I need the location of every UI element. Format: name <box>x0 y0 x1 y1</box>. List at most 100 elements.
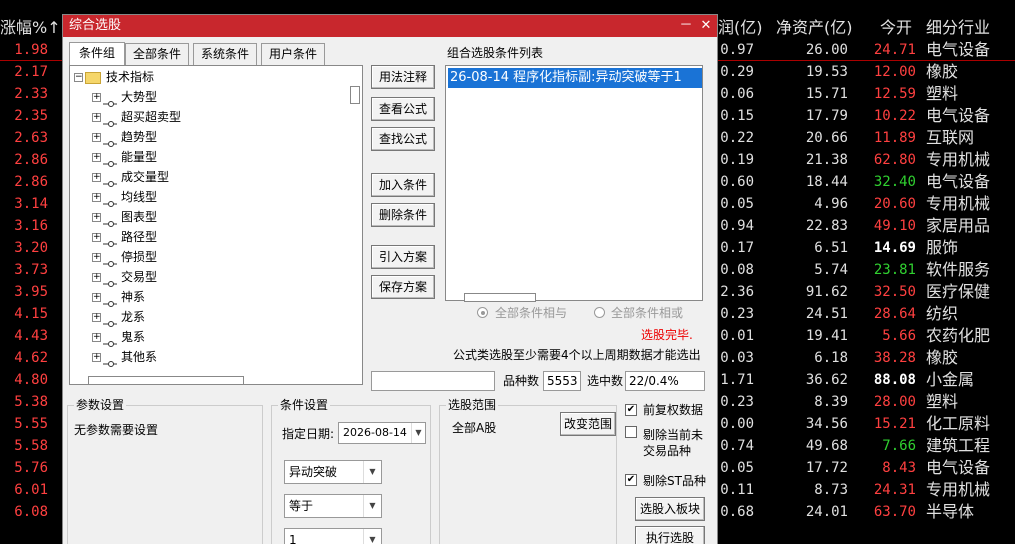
expand-icon[interactable]: + <box>92 313 101 322</box>
open-cell[interactable]: 7.66 <box>864 435 916 457</box>
change-range-button[interactable]: 改变范围 <box>560 412 616 436</box>
open-cell[interactable]: 14.69 <box>864 237 916 259</box>
industry-cell[interactable]: 农药化肥 <box>926 325 1014 347</box>
tree-item[interactable]: + 鬼系 <box>92 327 145 347</box>
minimize-button[interactable]: － <box>677 15 695 37</box>
save-scheme-button[interactable]: 保存方案 <box>371 275 435 299</box>
operator-combo[interactable]: 等于 ▼ <box>284 494 382 518</box>
usage-note-button[interactable]: 用法注释 <box>371 65 435 89</box>
dialog-titlebar[interactable]: 综合选股 － ✕ <box>63 15 717 37</box>
open-cell[interactable]: 11.89 <box>864 127 916 149</box>
change-pct-cell[interactable]: 2.86 <box>4 149 48 171</box>
open-cell[interactable]: 23.81 <box>864 259 916 281</box>
change-pct-cell[interactable]: 3.95 <box>4 281 48 303</box>
industry-cell[interactable]: 专用机械 <box>926 479 1014 501</box>
industry-cell[interactable]: 电气设备 <box>926 171 1014 193</box>
change-pct-cell[interactable]: 5.76 <box>4 457 48 479</box>
change-pct-cell[interactable]: 3.73 <box>4 259 48 281</box>
industry-cell[interactable]: 软件服务 <box>926 259 1014 281</box>
net-assets-cell[interactable]: 20.66 <box>776 127 848 149</box>
condition-list-scrollbar[interactable] <box>464 293 536 302</box>
industry-cell[interactable]: 电气设备 <box>926 105 1014 127</box>
change-pct-cell[interactable]: 2.33 <box>4 83 48 105</box>
tree-item[interactable]: + 路径型 <box>92 227 157 247</box>
net-assets-cell[interactable]: 15.71 <box>776 83 848 105</box>
open-cell[interactable]: 28.64 <box>864 303 916 325</box>
tree-horizontal-scrollbar[interactable] <box>88 376 244 384</box>
chevron-down-icon[interactable]: ▼ <box>363 529 381 544</box>
industry-cell[interactable]: 化工原料 <box>926 413 1014 435</box>
expand-icon[interactable]: + <box>92 273 101 282</box>
change-pct-cell[interactable]: 2.63 <box>4 127 48 149</box>
open-cell[interactable]: 49.10 <box>864 215 916 237</box>
expand-icon[interactable]: + <box>92 93 101 102</box>
open-cell[interactable]: 5.66 <box>864 325 916 347</box>
open-cell[interactable]: 38.28 <box>864 347 916 369</box>
net-assets-cell[interactable]: 26.00 <box>776 39 848 61</box>
open-cell[interactable]: 28.00 <box>864 391 916 413</box>
tab-user-conditions[interactable]: 用户条件 <box>261 43 325 65</box>
open-cell[interactable]: 24.71 <box>864 39 916 61</box>
header-net-assets[interactable]: 净资产(亿) <box>776 14 853 42</box>
open-cell[interactable]: 62.80 <box>864 149 916 171</box>
tree-item[interactable]: + 交易型 <box>92 267 157 287</box>
change-pct-cell[interactable]: 6.08 <box>4 501 48 523</box>
expand-icon[interactable]: + <box>92 333 101 342</box>
tree-item[interactable]: + 停损型 <box>92 247 157 267</box>
open-cell[interactable]: 15.21 <box>864 413 916 435</box>
open-cell[interactable]: 8.43 <box>864 457 916 479</box>
chevron-down-icon[interactable]: ▼ <box>363 461 381 483</box>
change-pct-cell[interactable]: 1.98 <box>4 39 48 61</box>
net-assets-cell[interactable]: 34.56 <box>776 413 848 435</box>
chevron-down-icon[interactable]: ▼ <box>363 495 381 517</box>
industry-cell[interactable]: 家居用品 <box>926 215 1014 237</box>
tree-item[interactable]: + 均线型 <box>92 187 157 207</box>
open-cell[interactable]: 63.70 <box>864 501 916 523</box>
industry-cell[interactable]: 专用机械 <box>926 149 1014 171</box>
change-pct-cell[interactable]: 3.14 <box>4 193 48 215</box>
net-assets-cell[interactable]: 5.74 <box>776 259 848 281</box>
change-pct-cell[interactable]: 3.16 <box>4 215 48 237</box>
header-change-pct[interactable]: 涨幅%↑ <box>0 14 61 42</box>
tab-condition-group[interactable]: 条件组 <box>69 42 125 66</box>
change-pct-cell[interactable]: 5.58 <box>4 435 48 457</box>
tree-item[interactable]: + 图表型 <box>92 207 157 227</box>
indicator-tree[interactable]: − 技术指标 + 大势型 + 超买超卖型 + 趋势型 + 能量型 + 成交量型 + 均线型 + 图表型 + 路径… <box>69 65 363 385</box>
value-combo[interactable]: 1 ▼ <box>284 528 382 544</box>
open-cell[interactable]: 12.59 <box>864 83 916 105</box>
industry-cell[interactable]: 半导体 <box>926 501 1014 523</box>
expand-icon[interactable]: + <box>92 133 101 142</box>
net-assets-cell[interactable]: 8.73 <box>776 479 848 501</box>
open-cell[interactable]: 32.50 <box>864 281 916 303</box>
condition-list[interactable]: 26-08-14 程序化指标副:异动突破等于1 <box>445 65 703 302</box>
industry-cell[interactable]: 橡胶 <box>926 347 1014 369</box>
tree-item[interactable]: + 神系 <box>92 287 145 307</box>
net-assets-cell[interactable]: 36.62 <box>776 369 848 391</box>
industry-cell[interactable]: 专用机械 <box>926 193 1014 215</box>
view-formula-button[interactable]: 查看公式 <box>371 97 435 121</box>
industry-cell[interactable]: 电气设备 <box>926 457 1014 479</box>
net-assets-cell[interactable]: 22.83 <box>776 215 848 237</box>
net-assets-cell[interactable]: 8.39 <box>776 391 848 413</box>
tab-all-conditions[interactable]: 全部条件 <box>125 43 189 65</box>
tree-item[interactable]: + 龙系 <box>92 307 145 327</box>
find-formula-button[interactable]: 查找公式 <box>371 127 435 151</box>
expand-icon[interactable]: + <box>92 113 101 122</box>
net-assets-cell[interactable]: 19.41 <box>776 325 848 347</box>
change-pct-cell[interactable]: 4.15 <box>4 303 48 325</box>
expand-icon[interactable]: + <box>92 193 101 202</box>
radio-or[interactable] <box>594 307 605 318</box>
open-cell[interactable]: 10.22 <box>864 105 916 127</box>
condition-item[interactable]: 26-08-14 程序化指标副:异动突破等于1 <box>448 68 702 88</box>
tree-item[interactable]: + 趋势型 <box>92 127 157 147</box>
expand-icon[interactable]: + <box>92 293 101 302</box>
net-assets-cell[interactable]: 17.79 <box>776 105 848 127</box>
change-pct-cell[interactable]: 3.20 <box>4 237 48 259</box>
tree-item[interactable]: + 成交量型 <box>92 167 169 187</box>
radio-and[interactable] <box>477 307 488 318</box>
industry-cell[interactable]: 塑料 <box>926 391 1014 413</box>
run-screening-button[interactable]: 执行选股 <box>635 526 705 544</box>
open-cell[interactable]: 24.31 <box>864 479 916 501</box>
net-assets-cell[interactable]: 18.44 <box>776 171 848 193</box>
industry-cell[interactable]: 小金属 <box>926 369 1014 391</box>
